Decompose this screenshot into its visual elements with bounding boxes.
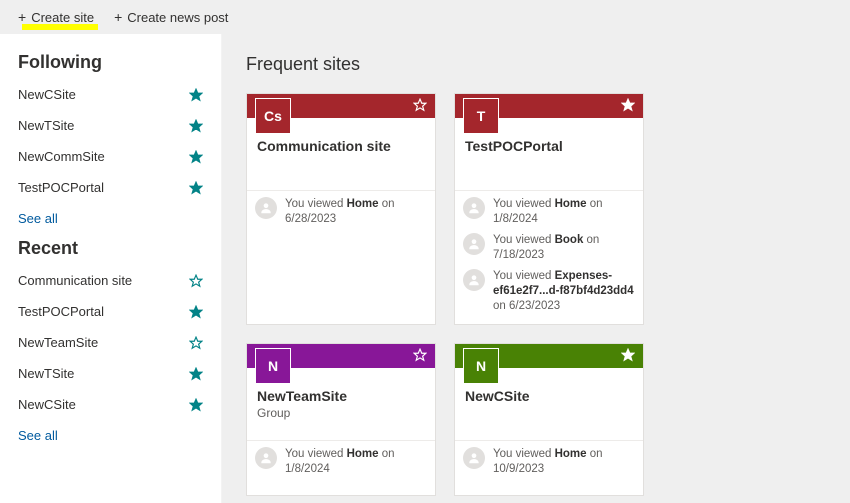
person-icon [255,447,277,469]
site-tile: T [463,98,499,134]
card-activity-list: You viewed Home on 1/8/2024 [247,440,435,495]
sidebar-item-label: NewTeamSite [18,335,98,350]
see-all-link[interactable]: See all [18,428,203,443]
sidebar-item[interactable]: NewCSite [18,87,203,102]
star-icon[interactable] [189,181,203,195]
activity-text: You viewed Book on 7/18/2023 [493,233,635,263]
activity-text: You viewed Home on 1/8/2024 [285,447,427,477]
create-news-label: Create news post [127,10,228,25]
site-card[interactable]: N NewTeamSite Group You viewed Home on 1/8/… [246,343,436,496]
star-icon[interactable] [189,336,203,350]
star-icon[interactable] [189,88,203,102]
site-card[interactable]: Cs Communication site You viewed Home on 6… [246,93,436,325]
person-icon [463,447,485,469]
star-icon[interactable] [189,398,203,412]
activity-item: You viewed Home on 6/28/2023 [255,197,427,227]
following-heading: Following [18,52,203,73]
star-icon[interactable] [189,150,203,164]
card-title: NewTeamSite [257,388,425,404]
star-icon[interactable] [189,274,203,288]
card-activity-list: You viewed Home on 10/9/2023 [455,440,643,495]
sidebar-item-label: NewCSite [18,87,76,102]
sidebar-item-label: NewCSite [18,397,76,412]
activity-text: You viewed Expenses-ef61e2f7...d-f87bf4d… [493,269,635,314]
sidebar-item[interactable]: NewCSite [18,397,203,412]
content-area: Frequent sites Cs Communication site You v… [222,34,850,503]
sidebar-item-label: NewCommSite [18,149,105,164]
star-icon[interactable] [189,367,203,381]
card-header: N [455,344,643,368]
recent-heading: Recent [18,238,203,259]
card-header: Cs [247,94,435,118]
star-icon[interactable] [189,119,203,133]
sidebar-item[interactable]: TestPOCPortal [18,180,203,195]
sidebar-item-label: Communication site [18,273,132,288]
activity-text: You viewed Home on 6/28/2023 [285,197,427,227]
page-title: Frequent sites [246,54,826,75]
site-card[interactable]: T TestPOCPortal You viewed Home on 1/8/202… [454,93,644,325]
star-icon[interactable] [189,305,203,319]
card-title: Communication site [257,138,425,154]
activity-item: You viewed Book on 7/18/2023 [463,233,635,263]
card-title: NewCSite [465,388,633,404]
activity-text: You viewed Home on 10/9/2023 [493,447,635,477]
sidebar-item[interactable]: NewTSite [18,366,203,381]
sidebar-item[interactable]: NewCommSite [18,149,203,164]
activity-item: You viewed Home on 1/8/2024 [255,447,427,477]
highlight-marker [22,24,98,30]
sidebar-item-label: NewTSite [18,118,74,133]
activity-item: You viewed Expenses-ef61e2f7...d-f87bf4d… [463,269,635,314]
create-site-label: Create site [31,10,94,25]
site-tile: N [463,348,499,384]
card-subtitle: Group [257,406,425,420]
sidebar-item[interactable]: NewTSite [18,118,203,133]
sidebar-item[interactable]: Communication site [18,273,203,288]
plus-icon: + [114,9,122,25]
star-icon[interactable] [621,348,635,362]
star-icon[interactable] [413,348,427,362]
star-icon[interactable] [413,98,427,112]
create-site-button[interactable]: + Create site [18,9,94,25]
site-card[interactable]: N NewCSite You viewed Home on 10/9/2023 [454,343,644,496]
card-activity-list: You viewed Home on 6/28/2023 [247,190,435,245]
sidebar-item[interactable]: NewTeamSite [18,335,203,350]
sidebar: Following NewCSite NewTSite NewCommSite Tes… [0,34,222,503]
sidebar-item[interactable]: TestPOCPortal [18,304,203,319]
plus-icon: + [18,9,26,25]
site-tile: N [255,348,291,384]
sidebar-item-label: TestPOCPortal [18,304,104,319]
activity-item: You viewed Home on 10/9/2023 [463,447,635,477]
card-header: T [455,94,643,118]
star-icon[interactable] [621,98,635,112]
see-all-link[interactable]: See all [18,211,203,226]
card-activity-list: You viewed Home on 1/8/2024 You viewed Bo… [455,190,643,324]
top-bar: + Create site + Create news post [0,0,850,34]
site-tile: Cs [255,98,291,134]
create-news-button[interactable]: + Create news post [114,9,228,25]
card-title: TestPOCPortal [465,138,633,154]
activity-item: You viewed Home on 1/8/2024 [463,197,635,227]
sidebar-item-label: TestPOCPortal [18,180,104,195]
card-header: N [247,344,435,368]
sidebar-item-label: NewTSite [18,366,74,381]
person-icon [463,269,485,291]
person-icon [255,197,277,219]
person-icon [463,233,485,255]
activity-text: You viewed Home on 1/8/2024 [493,197,635,227]
person-icon [463,197,485,219]
